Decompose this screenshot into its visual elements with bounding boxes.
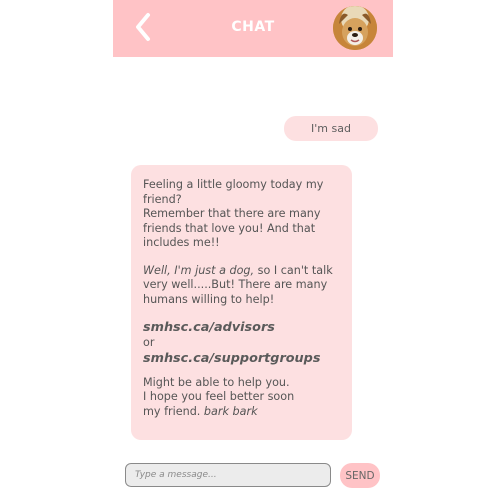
bot-dog-note: Well, I'm just a dog, so I can't talk ve… xyxy=(143,264,342,308)
dog-avatar-icon xyxy=(333,6,377,50)
bot-closing-line-2: I hope you feel better soon xyxy=(143,390,295,403)
bot-bark-text: bark bark xyxy=(203,404,258,418)
user-message-bubble: I'm sad xyxy=(284,116,378,141)
support-groups-link[interactable]: smhsc.ca/supportgroups xyxy=(143,351,342,367)
bot-closing-line-3: my friend. bark bark xyxy=(143,405,342,420)
message-input[interactable] xyxy=(125,463,331,487)
or-text: or xyxy=(143,336,155,349)
bot-message-bubble: Feeling a little gloomy today my friend?… xyxy=(131,165,352,440)
bot-closing-line-1: Might be able to help you. xyxy=(143,375,290,389)
bot-closing-plain: my friend. xyxy=(143,404,204,418)
user-message-text: I'm sad xyxy=(311,122,351,135)
advisors-link[interactable]: smhsc.ca/advisors xyxy=(143,320,342,336)
bot-reassurance: Remember that there are many friends tha… xyxy=(143,207,321,249)
avatar[interactable] xyxy=(333,6,377,50)
chat-header: CHAT xyxy=(113,0,393,57)
bot-greeting: Feeling a little gloomy today my friend? xyxy=(143,178,324,206)
bot-dog-note-italic: Well, I'm just a dog, xyxy=(143,263,255,277)
send-button[interactable]: SEND xyxy=(340,463,380,488)
chat-app: CHAT I'm sad Feeling a little gloomy tod… xyxy=(113,0,393,500)
